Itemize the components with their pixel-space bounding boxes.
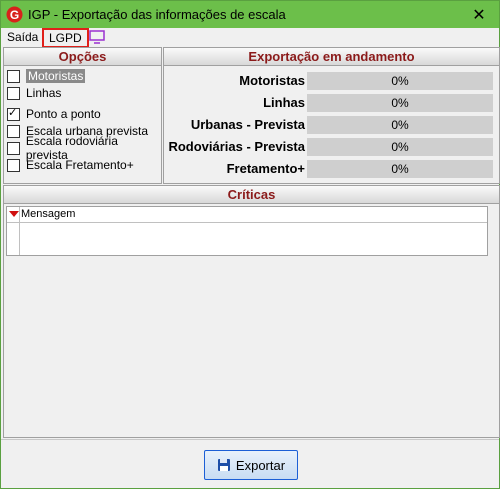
progress-bar: 0% [307,116,493,134]
option-ponto-a-ponto[interactable]: Ponto a ponto [7,106,101,122]
option-label: Ponto a ponto [26,107,101,121]
progress-label: Linhas [263,95,305,110]
checkbox[interactable] [7,69,20,83]
close-icon: ✕ [472,6,486,24]
monitor-icon[interactable] [89,30,105,44]
floppy-disk-icon [217,459,230,471]
checkbox[interactable] [7,124,20,138]
progress-bar: 0% [307,72,493,90]
progress-value: 0% [391,118,409,132]
option-linhas[interactable]: Linhas [7,85,61,101]
progress-row-fretamento: Fretamento+ 0% [164,160,499,178]
progress-label: Fretamento+ [226,161,305,176]
svg-text:G: G [10,8,19,22]
progress-label: Motoristas [239,73,305,88]
criticas-panel: Críticas Mensagem [3,185,500,438]
progress-bar: 0% [307,94,493,112]
progress-value: 0% [391,140,409,154]
grid-header: Mensagem [7,207,487,223]
footer-divider [1,439,499,440]
window-title: IGP - Exportação das informações de esca… [28,7,286,22]
option-label: Escala Fretamento+ [26,158,134,172]
progress-label: Urbanas - Prevista [190,117,305,132]
row-indicator-icon [9,211,19,217]
option-motoristas[interactable]: Motoristas [7,68,86,84]
title-bar: G IGP - Exportação das informações de es… [1,1,499,28]
menu-bar: Saída LGPD [1,28,499,48]
app-logo-icon: G [6,6,23,23]
export-button[interactable]: Exportar [204,450,298,480]
messages-grid[interactable]: Mensagem [6,206,488,256]
progress-row-linhas: Linhas 0% [164,94,499,112]
progress-row-motoristas: Motoristas 0% [164,72,499,90]
export-progress-panel: Exportação em andamento Motoristas 0% Li… [163,47,500,184]
progress-bar: 0% [307,160,493,178]
close-button[interactable]: ✕ [459,1,499,28]
main-window: G IGP - Exportação das informações de es… [0,0,500,489]
criticas-header: Críticas [4,186,499,204]
progress-bar: 0% [307,138,493,156]
progress-row-rodoviarias: Rodoviárias - Prevista 0% [164,138,499,156]
checkbox[interactable] [7,141,20,155]
option-escala-rodoviaria[interactable]: Escala rodoviária prevista [7,134,161,162]
options-header: Opções [4,48,161,66]
option-label: Motoristas [26,69,86,83]
column-header-mensagem[interactable]: Mensagem [21,208,75,220]
progress-value: 0% [391,96,409,110]
export-progress-header: Exportação em andamento [164,48,499,66]
column-separator [19,207,20,222]
progress-value: 0% [391,74,409,88]
menu-saida[interactable]: Saída [7,30,38,44]
progress-value: 0% [391,162,409,176]
menu-lgpd[interactable]: LGPD [42,28,89,48]
checkbox[interactable] [7,86,20,100]
progress-label: Rodoviárias - Prevista [168,139,305,154]
progress-row-urbanas: Urbanas - Prevista 0% [164,116,499,134]
checkbox[interactable] [7,158,20,172]
options-panel: Opções Motoristas Linhas Ponto a ponto E… [3,47,162,184]
checkbox[interactable] [7,106,20,121]
export-button-label: Exportar [235,457,286,473]
option-label: Linhas [26,86,62,100]
grid-row-indicator [7,223,20,255]
option-escala-fretamento[interactable]: Escala Fretamento+ [7,157,134,173]
